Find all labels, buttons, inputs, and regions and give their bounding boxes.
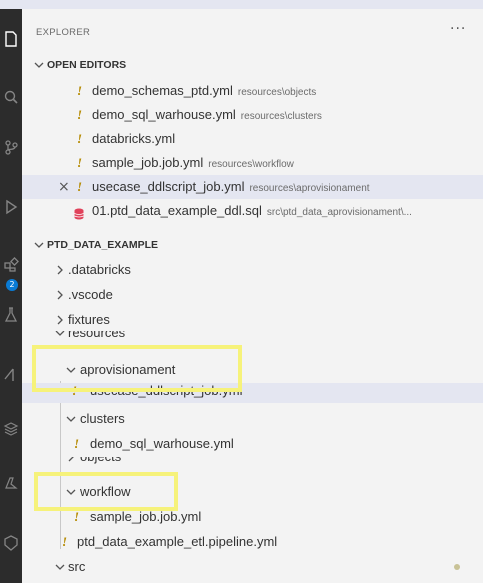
tree-folder-src[interactable]: src	[22, 555, 483, 579]
yaml-file-icon: !	[77, 107, 83, 122]
chevron-down-icon	[34, 53, 46, 77]
azure-icon[interactable]	[3, 475, 19, 491]
file-label: demo_sql_warhouse.yml	[90, 436, 234, 451]
tree-folder-databricks[interactable]: .databricks	[22, 258, 483, 282]
open-editors-title: OPEN EDITORS	[47, 59, 127, 71]
chevron-right-icon	[55, 308, 67, 332]
open-editor-item-active[interactable]: × ! usecase_ddlscript_job.yml resources\a…	[22, 175, 483, 199]
tree-folder-fixtures[interactable]: fixtures	[22, 308, 483, 332]
open-editor-path: resources\workflow	[208, 159, 294, 170]
tree-file-pipeline[interactable]: ! ptd_data_example_etl.pipeline.yml	[22, 530, 483, 554]
open-editor-path: resources\clusters	[240, 111, 322, 122]
extensions-badge: 2	[6, 279, 18, 291]
open-editor-filename: usecase_ddlscript_job.yml	[92, 179, 245, 194]
more-actions-button[interactable]: ···	[450, 21, 466, 37]
open-editor-item[interactable]: ! demo_sql_warhouse.yml resources\cluster…	[22, 103, 483, 127]
yaml-file-icon: !	[77, 131, 83, 146]
stack-icon[interactable]	[3, 421, 19, 437]
explorer-header: EXPLORER ···	[22, 17, 483, 51]
open-editor-path: src\ptd_data_aprovisionament\...	[266, 207, 412, 218]
search-icon[interactable]	[3, 89, 19, 105]
files-icon[interactable]	[3, 31, 19, 47]
tree-file-demo-sql-warhouse[interactable]: ! demo_sql_warhouse.yml	[22, 432, 483, 456]
window-top-border	[0, 0, 483, 9]
yaml-file-icon: !	[77, 83, 83, 98]
open-editor-filename: sample_job.job.yml	[92, 155, 204, 170]
tree-folder-clusters[interactable]: clusters	[22, 407, 483, 431]
open-editors-section-header[interactable]: OPEN EDITORS	[22, 53, 483, 77]
folder-label: fixtures	[68, 312, 110, 327]
close-icon[interactable]: ×	[58, 175, 70, 199]
chevron-down-icon	[66, 407, 78, 431]
run-debug-icon[interactable]	[3, 199, 19, 215]
open-editor-path: resources\objects	[237, 87, 317, 98]
testing-icon[interactable]	[3, 307, 19, 323]
yaml-file-icon: !	[77, 155, 83, 170]
source-control-icon[interactable]	[3, 139, 19, 155]
folder-label: .databricks	[68, 262, 131, 277]
extensions-icon[interactable]	[3, 257, 19, 273]
yaml-file-icon: !	[77, 179, 83, 194]
chevron-right-icon	[55, 258, 67, 282]
modified-dot-icon	[454, 564, 460, 570]
open-editor-item[interactable]: ! demo_schemas_ptd.yml resources\objects	[22, 79, 483, 103]
chevron-down-icon	[55, 555, 67, 579]
yaml-file-icon: !	[62, 534, 68, 549]
tree-folder-vscode[interactable]: .vscode	[22, 283, 483, 307]
tree-folder-objects[interactable]: objects	[22, 457, 483, 469]
open-editor-filename: 01.ptd_data_example_ddl.sql	[92, 203, 262, 218]
open-editor-item[interactable]: ! databricks.yml	[22, 127, 483, 151]
chevron-down-icon	[34, 233, 46, 257]
open-editor-item[interactable]: 01.ptd_data_example_ddl.sql src\ptd_data_…	[22, 199, 483, 223]
file-label: ptd_data_example_etl.pipeline.yml	[77, 534, 278, 549]
explorer-sidebar: EXPLORER ··· OPEN EDITORS ! demo_schemas…	[22, 9, 483, 583]
databricks-icon[interactable]	[3, 367, 19, 383]
activity-bar: 2	[0, 9, 22, 583]
explorer-title: EXPLORER	[36, 27, 91, 38]
project-title: PTD_DATA_EXAMPLE	[47, 239, 159, 251]
chevron-right-icon	[55, 283, 67, 307]
open-editor-item[interactable]: ! sample_job.job.yml resources\workflow	[22, 151, 483, 175]
open-editor-filename: demo_sql_warhouse.yml	[92, 107, 236, 122]
open-editor-filename: databricks.yml	[92, 131, 176, 146]
yaml-file-icon: !	[74, 436, 80, 451]
open-editor-path: resources\aprovisionament	[249, 183, 370, 194]
project-section-header[interactable]: PTD_DATA_EXAMPLE	[22, 233, 483, 257]
chevron-down-icon	[55, 331, 67, 345]
highlight-box-aprovisionament	[32, 345, 242, 392]
tree-folder-resources[interactable]: resources	[22, 331, 483, 345]
account-icon[interactable]	[3, 535, 19, 551]
open-editor-filename: demo_schemas_ptd.yml	[92, 83, 233, 98]
folder-label: objects	[80, 457, 121, 469]
chevron-right-icon	[66, 457, 78, 469]
database-icon	[74, 205, 84, 220]
folder-label: clusters	[80, 411, 125, 426]
folder-label: src	[68, 559, 86, 574]
folder-label: .vscode	[68, 287, 113, 302]
folder-label: resources	[68, 331, 126, 340]
highlight-box-workflow	[34, 472, 178, 511]
